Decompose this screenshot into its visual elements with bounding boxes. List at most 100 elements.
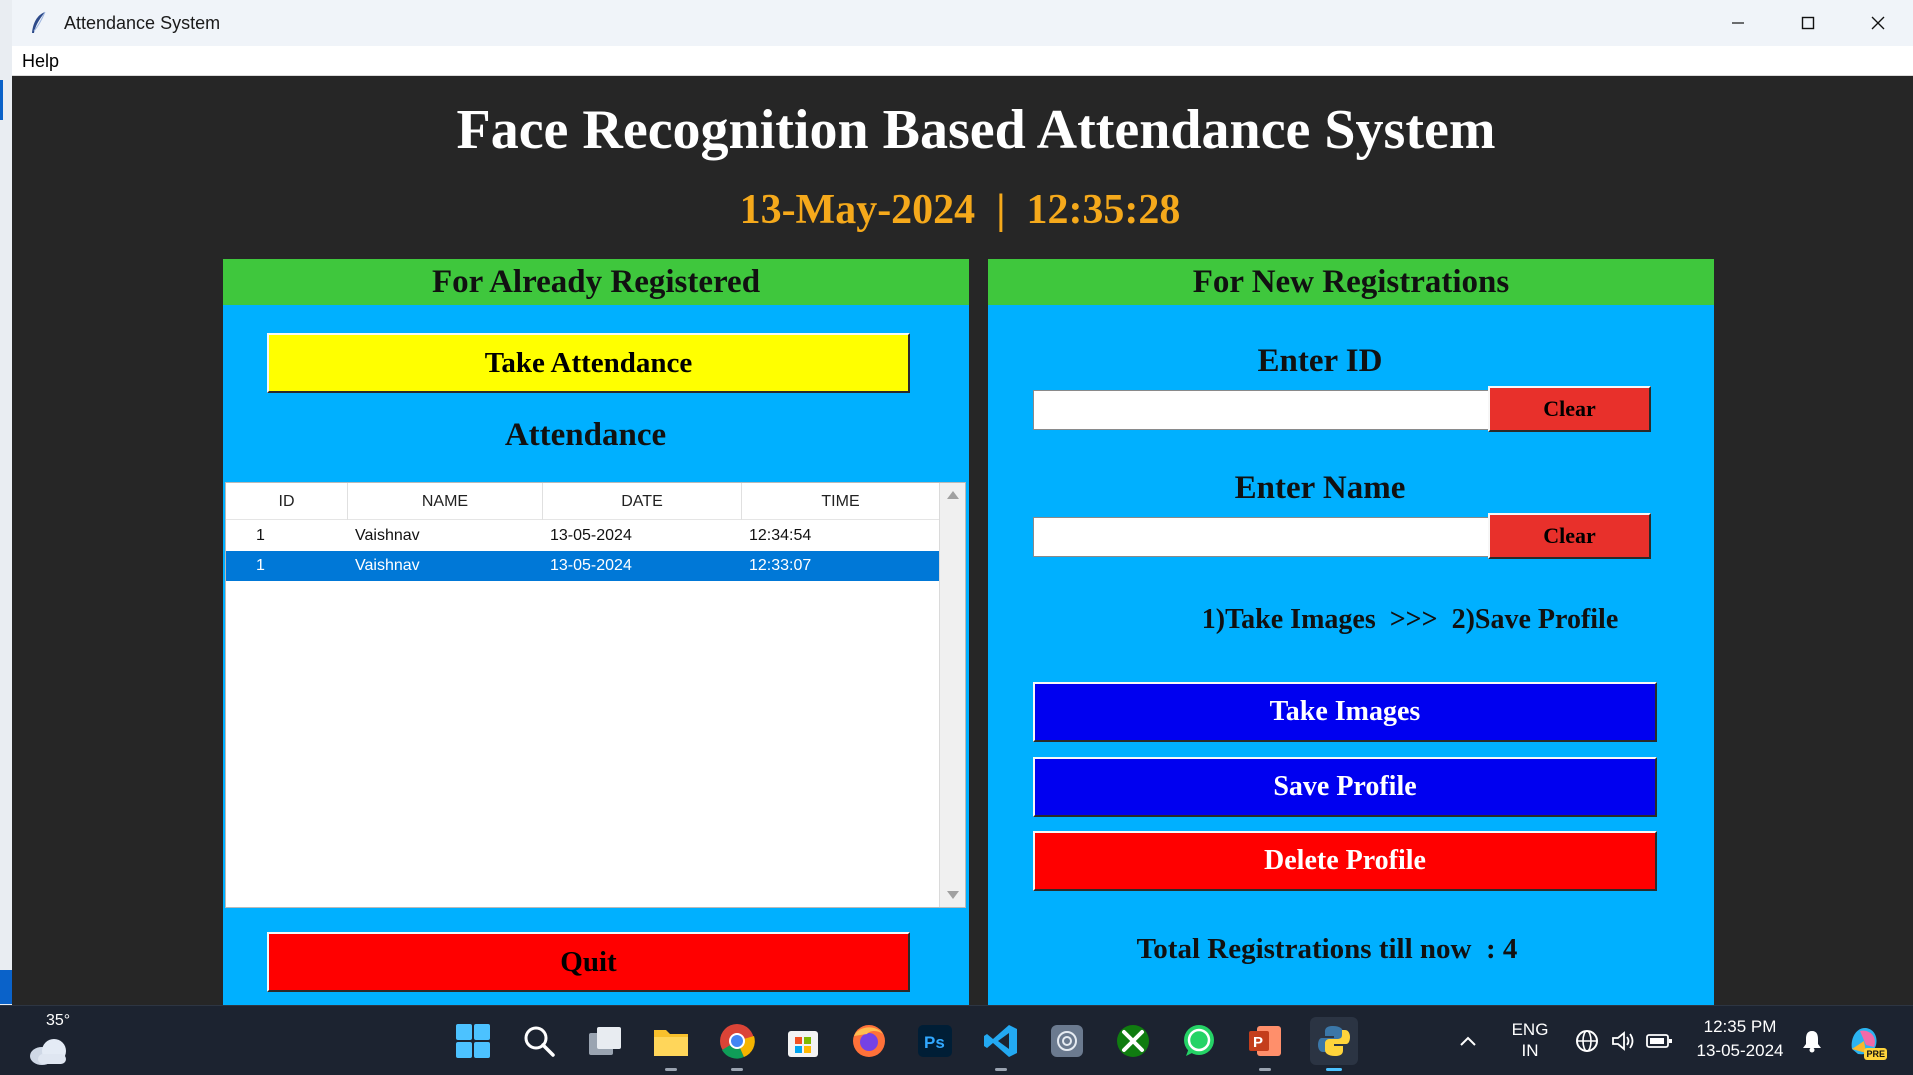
powerpoint-button[interactable]: P bbox=[1244, 1020, 1286, 1071]
python-icon bbox=[1318, 1026, 1350, 1056]
xbox-icon bbox=[1117, 1025, 1149, 1057]
search-icon bbox=[524, 1026, 555, 1057]
network-button[interactable] bbox=[1570, 1020, 1604, 1062]
total-registrations-text: Total Registrations till now : 4 bbox=[1136, 933, 1518, 965]
whatsapp-icon bbox=[1184, 1025, 1214, 1056]
menu-bar: Help bbox=[12, 46, 1913, 76]
save-profile-button[interactable]: Save Profile bbox=[1033, 757, 1657, 817]
maximize-icon bbox=[1801, 16, 1815, 30]
system-clock[interactable]: 12:35 PM 13-05-2024 bbox=[1688, 1017, 1792, 1065]
instructions-text: 1)Take Images >>> 2)Save Profile bbox=[1201, 604, 1619, 635]
take-images-button[interactable]: Take Images bbox=[1033, 682, 1657, 742]
vscode-icon bbox=[984, 1025, 1017, 1057]
start-button[interactable] bbox=[452, 1020, 494, 1062]
svg-text:P: P bbox=[1253, 1034, 1263, 1051]
svg-text:Ps: Ps bbox=[924, 1033, 945, 1052]
scroll-up-icon[interactable] bbox=[947, 491, 959, 499]
vscode-button[interactable] bbox=[980, 1020, 1022, 1071]
cell-id: 1 bbox=[256, 557, 265, 574]
column-header-name[interactable]: NAME bbox=[348, 483, 543, 520]
chevron-up-icon bbox=[1460, 1036, 1476, 1046]
copilot-badge: PRE bbox=[1864, 1048, 1887, 1060]
copilot-button[interactable]: PRE bbox=[1842, 1020, 1887, 1062]
minimize-button[interactable] bbox=[1703, 0, 1773, 46]
maximize-button[interactable] bbox=[1773, 0, 1843, 46]
folder-icon bbox=[654, 1030, 688, 1056]
language-region: IN bbox=[1521, 1041, 1539, 1060]
scroll-down-icon[interactable] bbox=[947, 891, 959, 899]
battery-button[interactable] bbox=[1642, 1020, 1676, 1062]
cell-name: Vaishnav bbox=[355, 557, 420, 574]
python-app-button[interactable] bbox=[1310, 1017, 1358, 1071]
table-scrollbar[interactable] bbox=[939, 483, 965, 907]
taskbar: 35° Ps P ENG IN 12:35 PM 13-05-2024 PRE bbox=[0, 1005, 1913, 1075]
language-code: ENG bbox=[1511, 1020, 1549, 1039]
close-icon bbox=[1871, 16, 1885, 30]
page-title: Face Recognition Based Attendance System bbox=[456, 99, 1496, 161]
take-attendance-button[interactable]: Take Attendance bbox=[267, 333, 910, 393]
table-header: ID NAME DATE TIME bbox=[226, 483, 939, 520]
column-header-time[interactable]: TIME bbox=[742, 483, 939, 520]
speaker-icon bbox=[1612, 1031, 1634, 1051]
cloud-icon bbox=[30, 1039, 66, 1065]
app-body: Face Recognition Based Attendance System… bbox=[12, 76, 1913, 1005]
task-view-button[interactable] bbox=[584, 1020, 626, 1062]
name-input[interactable] bbox=[1033, 517, 1489, 557]
volume-button[interactable] bbox=[1606, 1020, 1640, 1062]
chrome-button[interactable] bbox=[716, 1020, 758, 1071]
registered-panel: For Already Registered Take Attendance A… bbox=[223, 259, 969, 1005]
notifications-button[interactable] bbox=[1797, 1020, 1827, 1062]
whatsapp-button[interactable] bbox=[1178, 1020, 1220, 1062]
firefox-button[interactable] bbox=[848, 1020, 890, 1062]
attendance-table[interactable]: ID NAME DATE TIME 1 Vaishnav 13-05-2024 … bbox=[225, 482, 966, 908]
task-view-icon bbox=[589, 1027, 621, 1055]
menu-help[interactable]: Help bbox=[22, 51, 59, 72]
battery-icon bbox=[1646, 1034, 1672, 1048]
clock-date: 13-05-2024 bbox=[1696, 1041, 1784, 1060]
registered-panel-heading: For Already Registered bbox=[223, 259, 969, 305]
globe-icon bbox=[1576, 1030, 1598, 1052]
show-hidden-icons-button[interactable] bbox=[1453, 1020, 1483, 1062]
taskbar-search-button[interactable] bbox=[518, 1020, 560, 1062]
active-indicator bbox=[1326, 1068, 1342, 1071]
cell-time: 12:33:07 bbox=[749, 557, 812, 574]
xbox-button[interactable] bbox=[1112, 1020, 1154, 1062]
current-date: 13-May-2024 bbox=[739, 187, 976, 233]
photoshop-button[interactable]: Ps bbox=[914, 1020, 956, 1062]
cell-name: Vaishnav bbox=[355, 527, 420, 544]
cell-date: 13-05-2024 bbox=[550, 527, 632, 544]
photoshop-icon: Ps bbox=[918, 1025, 952, 1057]
file-explorer-button[interactable] bbox=[650, 1020, 692, 1071]
clear-name-button[interactable]: Clear bbox=[1488, 513, 1651, 559]
microsoft-store-button[interactable] bbox=[782, 1020, 824, 1062]
firefox-icon bbox=[853, 1025, 885, 1057]
cell-time: 12:34:54 bbox=[749, 527, 812, 544]
feather-icon bbox=[26, 10, 52, 36]
column-header-date[interactable]: DATE bbox=[543, 483, 742, 520]
weather-widget[interactable]: 35° bbox=[26, 1012, 86, 1070]
close-window-button[interactable] bbox=[1843, 0, 1913, 46]
id-input[interactable] bbox=[1033, 390, 1489, 430]
cell-date: 13-05-2024 bbox=[550, 557, 632, 574]
table-row[interactable]: 1 Vaishnav 13-05-2024 12:34:54 bbox=[226, 521, 939, 551]
delete-profile-button[interactable]: Delete Profile bbox=[1033, 831, 1657, 891]
cell-id: 1 bbox=[256, 527, 265, 544]
running-indicator bbox=[995, 1068, 1007, 1071]
clear-id-button[interactable]: Clear bbox=[1488, 386, 1651, 432]
table-row-selected[interactable]: 1 Vaishnav 13-05-2024 12:33:07 bbox=[226, 551, 939, 581]
date-time-separator: | bbox=[996, 187, 1006, 233]
language-indicator[interactable]: ENG IN bbox=[1505, 1020, 1555, 1064]
running-indicator bbox=[665, 1068, 677, 1071]
window-titlebar[interactable]: Attendance System bbox=[12, 0, 1913, 46]
app-button[interactable] bbox=[1046, 1020, 1088, 1062]
powerpoint-icon: P bbox=[1249, 1026, 1281, 1056]
column-header-id[interactable]: ID bbox=[226, 483, 348, 520]
new-registration-heading: For New Registrations bbox=[988, 259, 1714, 305]
running-indicator bbox=[731, 1068, 743, 1071]
weather-temperature: 35° bbox=[46, 1012, 71, 1029]
enter-id-label: Enter ID bbox=[1257, 343, 1383, 379]
running-indicator bbox=[1259, 1068, 1271, 1071]
attendance-heading: Attendance bbox=[504, 417, 667, 453]
quit-button[interactable]: Quit bbox=[267, 932, 910, 992]
date-time-display: 13-May-2024 | 12:35:28 bbox=[12, 186, 1908, 234]
